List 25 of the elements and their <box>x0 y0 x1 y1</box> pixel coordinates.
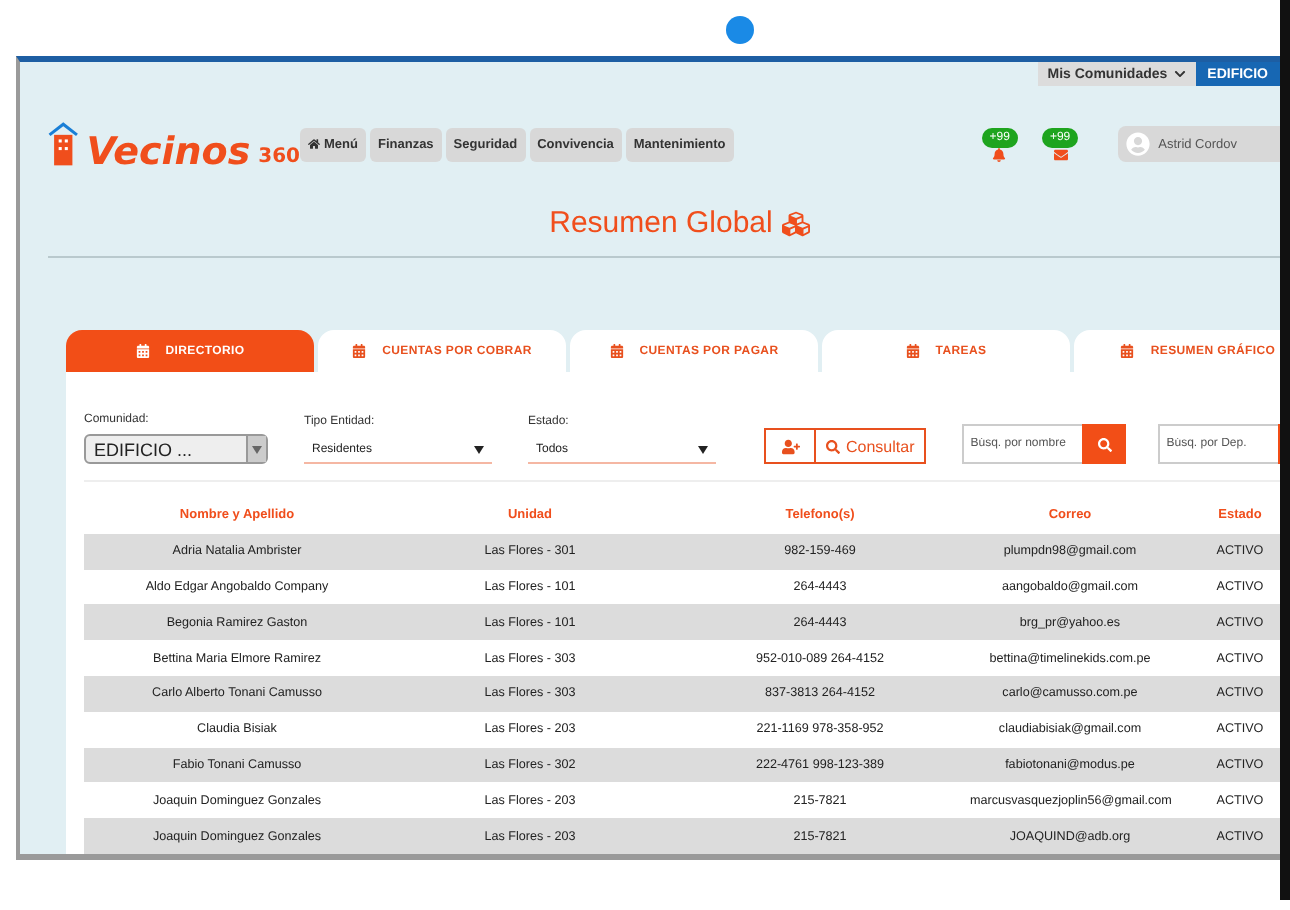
calendar-icon <box>135 344 150 358</box>
calendar-icon <box>1120 344 1135 358</box>
calendar-icon <box>609 344 624 358</box>
envelope-icon <box>1053 147 1068 161</box>
chevron-down-icon <box>1173 68 1186 80</box>
home-icon <box>308 138 320 150</box>
avatar-icon <box>1126 132 1151 156</box>
calendar-icon <box>905 344 920 358</box>
search-icon <box>826 439 840 453</box>
caret-icon <box>474 445 484 453</box>
cubes-icon <box>782 209 811 237</box>
page-title: Resumen Global <box>549 206 773 240</box>
bell-icon <box>992 147 1007 161</box>
caret-icon <box>698 445 708 453</box>
consult-button[interactable]: Consultar <box>816 428 927 464</box>
add-user-button[interactable] <box>764 428 816 464</box>
add-user-icon <box>781 437 799 455</box>
search-button[interactable] <box>1082 424 1127 464</box>
dot-marker <box>726 16 754 44</box>
community-select[interactable]: EDIFICIO ... <box>84 434 268 464</box>
caret-icon <box>252 445 262 453</box>
search-icon <box>1097 437 1112 451</box>
calendar-icon <box>352 344 367 358</box>
logo-number: 360 <box>258 146 300 168</box>
logo-text: Vecinos <box>86 130 251 174</box>
